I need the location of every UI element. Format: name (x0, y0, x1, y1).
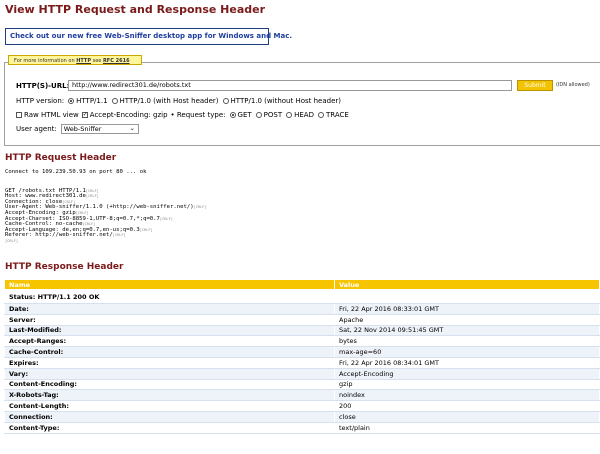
info-bar: For more information on HTTP see RFC 261… (8, 55, 142, 65)
request-type-option: HEAD (294, 111, 314, 119)
table-row: Accept-Ranges: bytes (4, 335, 600, 348)
version-radio-1-0-host[interactable] (111, 98, 118, 104)
header-name: Content-Length: (4, 400, 335, 412)
header-value: gzip (334, 378, 600, 391)
header-name: Connection: (4, 410, 335, 423)
column-header-name: Name (4, 279, 335, 290)
request-type-trace-radio[interactable] (317, 112, 324, 118)
url-label: HTTP(S)-URL: (16, 82, 70, 90)
table-header-row: Name Value (4, 279, 600, 290)
url-row: HTTP(S)-URL: (16, 82, 69, 90)
header-name: Accept-Ranges: (4, 335, 335, 348)
header-name: Content-Encoding: (4, 378, 335, 391)
request-type-option: POST (263, 111, 283, 119)
header-value: Fri, 22 Apr 2016 08:34:01 GMT (334, 356, 600, 369)
user-agent-select[interactable]: Web-Sniffer ⌄ (60, 124, 139, 134)
header-value: close (334, 410, 600, 423)
accept-encoding-label: Accept-Encoding: gzip (89, 111, 168, 119)
raw-html-checkbox[interactable] (16, 112, 22, 118)
header-value: Apache (334, 313, 600, 326)
header-name: Server: (4, 313, 335, 326)
request-type-option: TRACE (325, 111, 349, 119)
version-row: HTTP version: HTTP/1.1 HTTP/1.0 (with Ho… (16, 97, 341, 105)
header-name: Last-Modified: (4, 324, 335, 337)
request-type-get-radio[interactable] (229, 112, 236, 118)
version-radio-1-0-nohost[interactable] (222, 98, 229, 104)
connect-status: Connect to 109.239.50.93 on port 80 ... … (5, 169, 147, 175)
header-value: bytes (334, 335, 600, 348)
header-value: Sat, 22 Nov 2014 09:51:45 GMT (334, 324, 600, 337)
status-row: Status: HTTP/1.1 200 OK (4, 289, 600, 304)
header-name: Expires: (4, 356, 335, 369)
chevron-down-icon: ⌄ (129, 125, 135, 132)
header-name: Vary: (4, 367, 335, 380)
request-type-label: • Request type: (170, 111, 226, 119)
status-text: Status: HTTP/1.1 200 OK (4, 289, 600, 304)
request-header-title: HTTP Request Header (5, 153, 117, 163)
column-header-value: Value (334, 279, 600, 290)
header-name: Cache-Control: (4, 346, 335, 358)
header-name: Date: (4, 303, 335, 315)
accept-encoding-checkbox[interactable]: ✓ (81, 112, 88, 118)
table-row: Connection: close (4, 410, 600, 423)
submit-button[interactable]: Submit (517, 80, 553, 91)
table-row: Content-Encoding: gzip (4, 378, 600, 391)
table-row: Last-Modified: Sat, 22 Nov 2014 09:51:45 … (4, 324, 600, 337)
request-type-option: GET (237, 111, 252, 119)
version-option-label: HTTP/1.0 (with Host header) (119, 97, 219, 105)
idn-note: (IDN allowed) (556, 82, 590, 88)
request-line: [CRLF] (5, 238, 18, 243)
table-row: X-Robots-Tag: noindex (4, 389, 600, 402)
version-radio-1-1[interactable] (68, 98, 75, 104)
response-header-table: Name Value Status: HTTP/1.1 200 OK Date:… (4, 279, 600, 434)
raw-html-label: Raw HTML view (24, 111, 79, 119)
header-name: X-Robots-Tag: (4, 389, 335, 402)
table-row: Server: Apache (4, 313, 600, 326)
request-header-block: GET /robots.txt HTTP/1.1[CRLF] Host: www.… (5, 183, 207, 250)
request-type-head-radio[interactable] (286, 112, 293, 118)
user-agent-value: Web-Sniffer (63, 125, 102, 133)
table-row: Content-Length: 200 (4, 400, 600, 412)
info-prefix: For more information on (14, 58, 77, 64)
table-row: Expires: Fri, 22 Apr 2016 08:34:01 GMT (4, 356, 600, 369)
header-value: Accept-Encoding (334, 367, 600, 380)
request-type-post-radio[interactable] (255, 112, 262, 118)
table-row: Content-Type: text/plain (4, 421, 600, 434)
url-input[interactable]: http://www.redirect301.de/robots.txt (68, 80, 512, 91)
http-link[interactable]: HTTP (76, 58, 91, 64)
version-label: HTTP version: (16, 97, 65, 105)
header-value: max-age=60 (334, 346, 600, 358)
header-value: 200 (334, 400, 600, 412)
header-value: noindex (334, 389, 600, 402)
header-value: Fri, 22 Apr 2016 08:33:01 GMT (334, 303, 600, 315)
info-see: see (91, 58, 103, 64)
options-row: Raw HTML view ✓ Accept-Encoding: gzip • R… (16, 111, 349, 119)
user-agent-row: User agent: Web-Sniffer ⌄ (16, 124, 139, 134)
header-name: Content-Type: (4, 421, 335, 434)
rfc-link[interactable]: RFC 2616 (103, 58, 130, 64)
table-row: Date: Fri, 22 Apr 2016 08:33:01 GMT (4, 303, 600, 315)
header-value: text/plain (334, 421, 600, 434)
user-agent-label: User agent: (16, 125, 57, 133)
table-row: Cache-Control: max-age=60 (4, 346, 600, 358)
table-row: Vary: Accept-Encoding (4, 367, 600, 380)
version-option-label: HTTP/1.1 (76, 97, 108, 105)
page-title: View HTTP Request and Response Header (5, 3, 266, 16)
desktop-app-promo-link[interactable]: Check out our new free Web-Sniffer deskt… (5, 28, 292, 45)
version-option-label: HTTP/1.0 (without Host header) (230, 97, 342, 105)
response-header-title: HTTP Response Header (5, 262, 124, 272)
